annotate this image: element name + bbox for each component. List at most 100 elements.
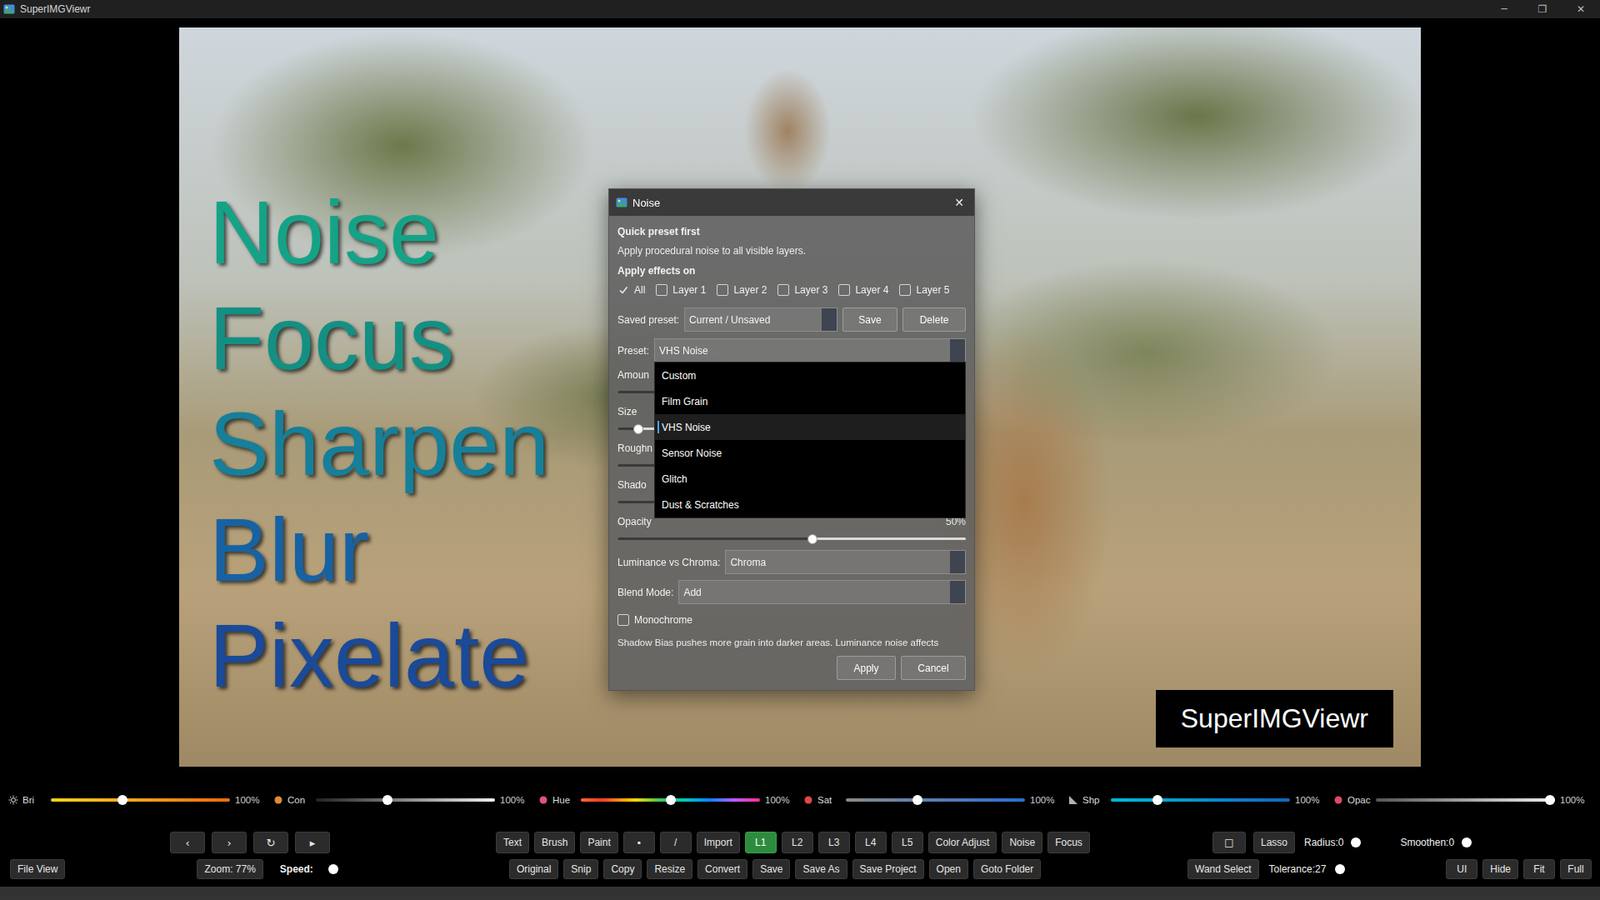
window-control-button[interactable]: ✕ [1561, 0, 1600, 19]
text-layer[interactable]: Sharpen [209, 390, 550, 497]
action-button[interactable]: Resize [646, 859, 693, 880]
tool-button[interactable]: L2 [781, 831, 814, 854]
preset-button[interactable]: Delete [902, 307, 966, 332]
slider-knob[interactable] [1350, 837, 1361, 848]
preset-option[interactable]: VHS Noise [655, 414, 965, 440]
dialog-button[interactable]: Apply [836, 655, 896, 680]
slider-knob[interactable] [1152, 795, 1163, 805]
slider-knob[interactable] [1545, 795, 1555, 805]
checkbox[interactable] [655, 284, 668, 296]
layer-checkbox[interactable]: Layer 2 [716, 282, 767, 298]
layer-checkbox[interactable]: Layer 4 [838, 282, 889, 298]
brightness-icon [8, 795, 19, 805]
action-button[interactable]: Save As [795, 859, 847, 880]
file-view-button[interactable]: File View [10, 859, 65, 880]
slider-knob[interactable] [912, 795, 923, 805]
checkbox[interactable] [617, 614, 630, 626]
preset-select[interactable]: VHS NoiseCustomFilm GrainVHS NoiseSensor… [654, 338, 966, 363]
action-button[interactable]: Goto Folder [973, 859, 1041, 880]
tool-button[interactable]: Import [696, 831, 740, 854]
checkbox[interactable] [716, 284, 729, 296]
smoothen-slider[interactable] [1461, 837, 1479, 848]
checkbox[interactable] [777, 284, 790, 296]
tool-button[interactable]: Paint [580, 831, 618, 854]
action-button[interactable]: Convert [697, 859, 748, 880]
nav-button[interactable]: ↻ [253, 831, 289, 854]
action-button[interactable]: Snip [563, 859, 599, 880]
saved-preset-select[interactable]: Current / Unsaved [684, 307, 838, 332]
text-layer[interactable]: Pixelate [209, 602, 550, 709]
nav-button[interactable]: › [211, 831, 247, 854]
layer-checkbox[interactable]: All [617, 282, 645, 298]
rect-select-button[interactable]: □ [1212, 831, 1246, 854]
slider-knob[interactable] [1461, 837, 1472, 848]
preset-option[interactable]: Sensor Noise [655, 440, 965, 466]
speed-slider[interactable] [323, 864, 340, 875]
view-button[interactable]: UI [1445, 859, 1478, 880]
preset-row: Preset:VHS NoiseCustomFilm GrainVHS Nois… [617, 338, 966, 363]
view-button[interactable]: Hide [1482, 859, 1519, 880]
nav-button[interactable]: ▸ [295, 831, 330, 854]
tolerance-slider[interactable] [1334, 864, 1351, 875]
text-layer[interactable]: Noise [209, 179, 550, 285]
text-layer[interactable]: Blur [209, 496, 550, 603]
view-button[interactable]: Fit [1523, 859, 1555, 880]
action-button[interactable]: Original [509, 859, 559, 880]
tool-button[interactable]: L1 [745, 831, 777, 854]
slider-knob[interactable] [807, 534, 818, 545]
tool-button[interactable]: L5 [891, 831, 924, 854]
wand-select-button[interactable]: Wand Select [1187, 859, 1260, 880]
monochrome-checkbox[interactable]: Monochrome [617, 611, 966, 629]
tool-button[interactable]: Brush [534, 831, 575, 854]
slider-knob[interactable] [633, 424, 644, 435]
window-control-button[interactable]: ❐ [1523, 0, 1562, 19]
preset-option[interactable]: Custom [655, 362, 965, 389]
view-button[interactable]: Full [1560, 859, 1592, 880]
adjust-track[interactable] [1375, 798, 1555, 802]
preset-option[interactable]: Film Grain [655, 388, 965, 415]
radius-slider[interactable] [1350, 837, 1368, 848]
tool-button[interactable]: ▪ [623, 831, 655, 854]
layer-checkbox[interactable]: Layer 3 [777, 282, 828, 298]
tool-button[interactable]: L3 [818, 831, 850, 854]
checkbox[interactable] [617, 284, 630, 296]
adjust-track[interactable] [1110, 798, 1290, 802]
adjust-track[interactable] [845, 798, 1025, 802]
slider-knob[interactable] [665, 795, 676, 805]
adjust-track[interactable] [315, 798, 495, 802]
window-control-button[interactable]: ─ [1485, 0, 1524, 19]
tool-button[interactable]: / [660, 831, 692, 854]
close-button[interactable]: ✕ [950, 195, 968, 210]
tool-button[interactable]: Text [495, 831, 530, 854]
layer-checkbox[interactable]: Layer 1 [655, 282, 706, 298]
luminance-select[interactable]: Chroma [725, 550, 966, 575]
watermark[interactable]: SuperIMGViewr [1155, 690, 1394, 748]
tool-button[interactable]: L4 [855, 831, 887, 854]
preset-option[interactable]: Dust & Scratches [655, 491, 965, 518]
preset-option[interactable]: Glitch [655, 465, 965, 492]
text-layer[interactable]: Focus [209, 285, 550, 391]
tool-button[interactable]: Color Adjust [928, 831, 998, 854]
checkbox[interactable] [899, 284, 911, 296]
tool-button[interactable]: Focus [1047, 831, 1090, 854]
slider-knob[interactable] [117, 795, 128, 805]
nav-button[interactable]: ‹ [170, 831, 205, 854]
slider[interactable] [617, 532, 966, 546]
slider-knob[interactable] [382, 795, 393, 805]
layer-checkbox[interactable]: Layer 5 [899, 282, 950, 298]
zoom-button[interactable]: Zoom: 77% [196, 859, 263, 880]
dialog-button[interactable]: Cancel [900, 655, 966, 680]
adjust-track[interactable] [50, 798, 230, 802]
checkbox[interactable] [838, 284, 850, 296]
slider-knob[interactable] [1335, 864, 1345, 875]
slider-knob[interactable] [328, 864, 339, 875]
lasso-button[interactable]: Lasso [1253, 831, 1295, 854]
adjust-track[interactable] [580, 798, 760, 802]
preset-button[interactable]: Save [842, 307, 898, 332]
action-button[interactable]: Copy [603, 859, 642, 880]
action-button[interactable]: Open [929, 859, 969, 880]
action-button[interactable]: Save Project [852, 859, 925, 880]
blend-select[interactable]: Add [678, 580, 966, 605]
action-button[interactable]: Save [752, 859, 790, 880]
tool-button[interactable]: Noise [1001, 831, 1043, 854]
